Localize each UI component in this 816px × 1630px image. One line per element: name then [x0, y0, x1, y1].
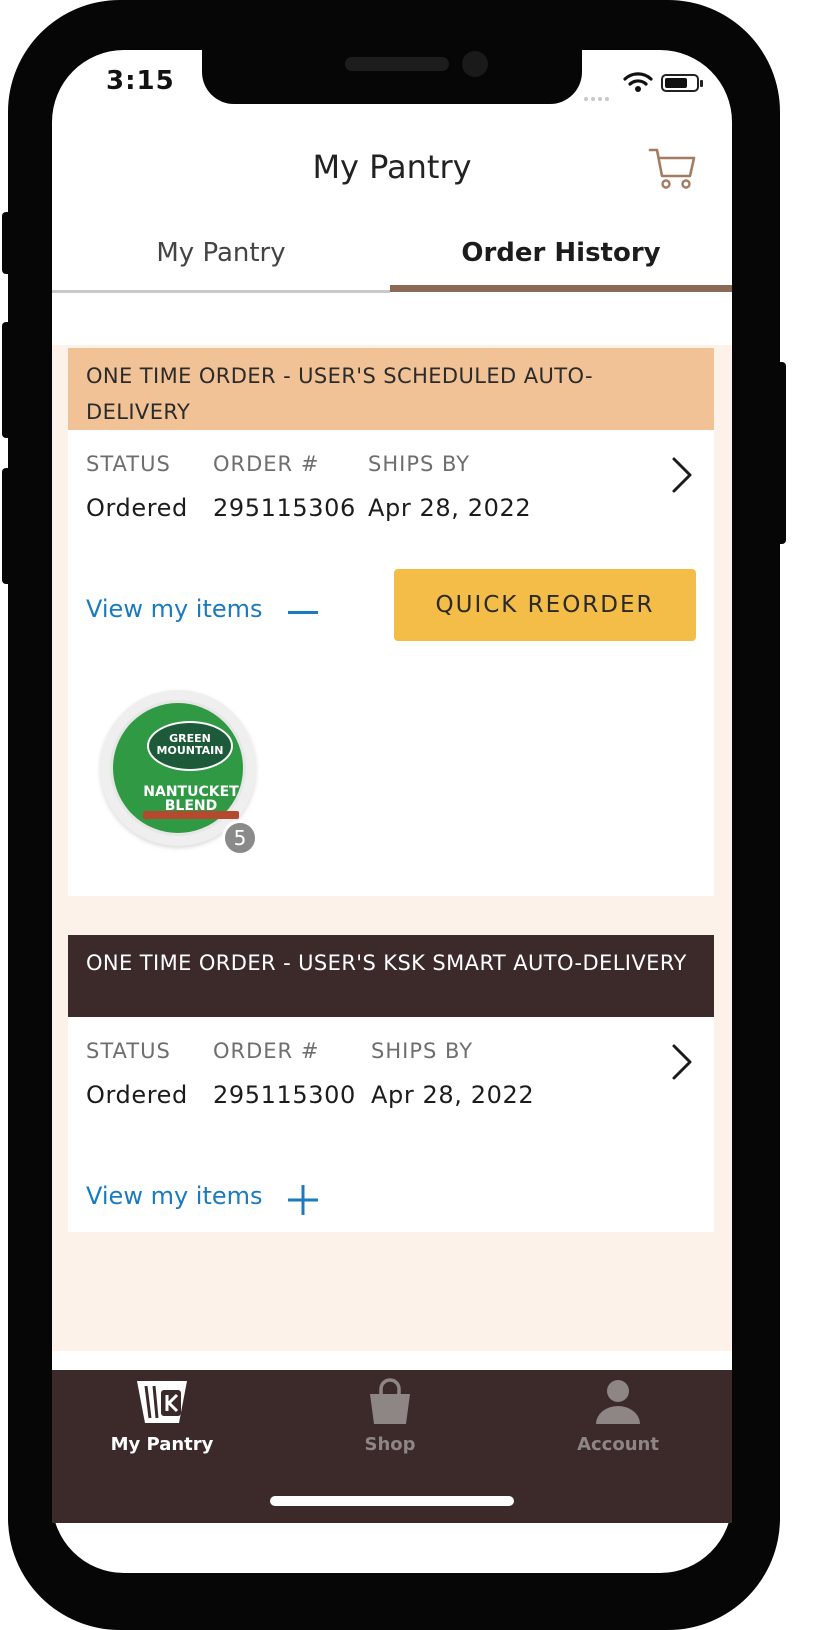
- order-number-value: 295115300: [213, 1081, 356, 1109]
- product-item[interactable]: GREEN MOUNTAIN NANTUCKET BLEND 5: [100, 690, 258, 856]
- battery-icon: [661, 74, 703, 92]
- minus-icon[interactable]: [288, 610, 318, 616]
- tab-active-indicator: [390, 285, 732, 292]
- cellular-signal-icon: [584, 86, 612, 105]
- pantry-cup-icon: [137, 1381, 187, 1423]
- pod-roast-band: [143, 811, 239, 819]
- view-items-link[interactable]: View my items: [86, 595, 263, 623]
- status-label: STATUS: [86, 452, 171, 476]
- ships-by-label: SHIPS BY: [371, 1039, 474, 1063]
- view-items-label: View my items: [86, 1182, 263, 1210]
- shopping-bag-icon: [370, 1378, 410, 1424]
- quick-reorder-button[interactable]: QUICK REORDER: [394, 569, 696, 641]
- volume-up-button: [2, 322, 12, 438]
- chevron-right-icon[interactable]: [670, 456, 694, 494]
- status-value: Ordered: [86, 494, 188, 522]
- brand-logo: GREEN MOUNTAIN: [147, 721, 233, 771]
- view-items-link[interactable]: View my items: [86, 1182, 263, 1210]
- status-time: 3:15: [106, 66, 175, 96]
- speaker: [345, 57, 449, 71]
- notch: [202, 46, 582, 104]
- nav-shop[interactable]: Shop: [310, 1378, 470, 1455]
- pod-lid: GREEN MOUNTAIN NANTUCKET BLEND: [110, 700, 246, 836]
- power-button: [776, 362, 786, 544]
- nav-account[interactable]: Account: [538, 1378, 698, 1455]
- person-icon: [596, 1380, 640, 1424]
- quantity-badge: 5: [222, 820, 258, 856]
- order-type-header: ONE TIME ORDER - USER'S SCHEDULED AUTO-D…: [68, 348, 714, 430]
- ships-by-label: SHIPS BY: [368, 452, 471, 476]
- tab-divider: [52, 290, 390, 293]
- tab-order-history[interactable]: Order History: [390, 238, 732, 268]
- status-value: Ordered: [86, 1081, 188, 1109]
- nav-label: Account: [577, 1434, 659, 1455]
- pod-brand-text: GREEN MOUNTAIN: [156, 732, 224, 757]
- ships-by-value: Apr 28, 2022: [368, 494, 532, 522]
- status-label: STATUS: [86, 1039, 171, 1063]
- order-card: ONE TIME ORDER - USER'S SCHEDULED AUTO-D…: [68, 348, 714, 896]
- nav-label: My Pantry: [110, 1434, 214, 1455]
- order-type-header: ONE TIME ORDER - USER'S KSK SMART AUTO-D…: [68, 935, 714, 1017]
- plus-icon[interactable]: [288, 1185, 318, 1215]
- shopping-cart-icon[interactable]: [644, 144, 700, 192]
- order-card: ONE TIME ORDER - USER'S KSK SMART AUTO-D…: [68, 935, 714, 1232]
- home-indicator[interactable]: [270, 1496, 514, 1506]
- volume-down-button: [2, 468, 12, 584]
- ships-by-value: Apr 28, 2022: [371, 1081, 535, 1109]
- front-camera: [462, 51, 488, 77]
- order-number-value: 295115306: [213, 494, 356, 522]
- pod-product-name: NANTUCKET BLEND: [143, 784, 239, 814]
- mute-switch: [2, 212, 12, 274]
- nav-my-pantry[interactable]: My Pantry: [82, 1378, 242, 1455]
- order-number-label: ORDER #: [213, 452, 320, 476]
- tab-my-pantry[interactable]: My Pantry: [52, 238, 390, 268]
- view-items-label: View my items: [86, 595, 263, 623]
- chevron-right-icon[interactable]: [670, 1043, 694, 1081]
- wifi-icon: [623, 72, 653, 92]
- nav-label: Shop: [364, 1434, 416, 1455]
- order-number-label: ORDER #: [213, 1039, 320, 1063]
